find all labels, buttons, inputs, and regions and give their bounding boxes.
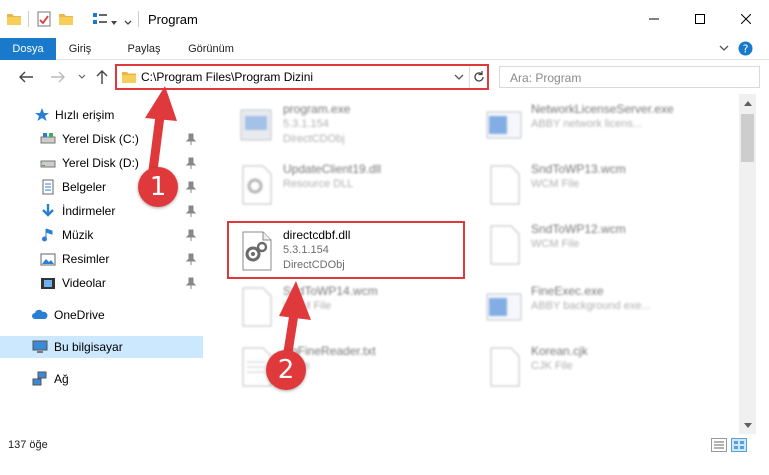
- view-options-icon[interactable]: [92, 11, 108, 27]
- up-button[interactable]: [93, 68, 111, 86]
- pin-icon[interactable]: [186, 277, 196, 289]
- pin-icon[interactable]: [186, 253, 196, 265]
- customize-dropdown-icon[interactable]: [110, 15, 118, 31]
- tab-file[interactable]: Dosya: [0, 38, 56, 60]
- sidebar-item-videos[interactable]: Videolar: [0, 272, 203, 294]
- scroll-thumb[interactable]: [741, 114, 754, 162]
- folder-icon: [7, 14, 21, 25]
- refresh-icon: [473, 71, 484, 82]
- new-folder-icon[interactable]: [58, 11, 74, 27]
- chevron-up-icon: [743, 100, 752, 106]
- list-item[interactable]: UpdateClient19.dll Resource DLL: [231, 158, 471, 210]
- minimize-button[interactable]: [631, 0, 677, 38]
- list-item[interactable]: SndToWP14.wcm WCM File: [231, 280, 471, 332]
- address-row: C:\Program Files\Program Dizini Ara: Pro…: [0, 60, 769, 94]
- star-icon: [35, 108, 49, 121]
- help-icon[interactable]: ?: [738, 41, 753, 56]
- close-icon: [741, 14, 751, 24]
- svg-text:?: ?: [743, 43, 749, 56]
- address-path: C:\Program Files\Program Dizini: [141, 70, 314, 84]
- sidebar-item-local-disk-d[interactable]: Yerel Disk (D:): [0, 152, 203, 174]
- step-2-callout: 2: [266, 350, 306, 390]
- picture-icon: [40, 253, 56, 266]
- music-note-icon: [42, 228, 53, 242]
- forward-button[interactable]: [48, 68, 68, 86]
- highlight-box: [227, 221, 465, 279]
- sidebar-item-quick-access[interactable]: Hızlı erişim: [0, 104, 203, 126]
- computer-icon: [32, 340, 48, 353]
- window-title: Program: [148, 12, 198, 27]
- status-bar: 137 öğe: [0, 434, 769, 475]
- file-icon: [490, 165, 520, 205]
- scroll-down-button[interactable]: [739, 417, 756, 434]
- exe-file-icon: [486, 293, 522, 321]
- sidebar-item-onedrive[interactable]: OneDrive: [0, 304, 203, 326]
- chevron-down-icon: [743, 422, 752, 428]
- pin-icon[interactable]: [186, 229, 196, 241]
- minimize-icon: [649, 18, 659, 20]
- chevron-down-icon[interactable]: [453, 71, 465, 83]
- pin-icon[interactable]: [186, 133, 196, 145]
- chevron-down-icon: [78, 74, 86, 79]
- exe-file-icon: [240, 109, 272, 141]
- step-1-callout: 1: [138, 167, 178, 207]
- sidebar-item-local-disk-c[interactable]: Yerel Disk (C:): [0, 128, 203, 150]
- network-icon: [32, 371, 47, 386]
- address-bar[interactable]: C:\Program Files\Program Dizini: [115, 64, 489, 90]
- pin-icon[interactable]: [186, 181, 196, 193]
- cloud-icon: [32, 309, 48, 319]
- film-icon: [41, 278, 55, 289]
- maximize-button[interactable]: [677, 0, 723, 38]
- pin-icon[interactable]: [186, 157, 196, 169]
- document-icon: [42, 179, 54, 195]
- file-icon: [242, 287, 272, 327]
- folder-icon: [122, 72, 136, 83]
- arrow-up-icon: [96, 70, 108, 84]
- sidebar-item-this-pc[interactable]: Bu bilgisayar: [0, 336, 203, 358]
- maximize-icon: [695, 14, 705, 24]
- title-bar: Program: [0, 0, 769, 38]
- sidebar-item-downloads[interactable]: İndirmeler: [0, 200, 203, 222]
- dll-file-icon: [242, 165, 272, 205]
- recent-locations-button[interactable]: [76, 68, 88, 86]
- download-arrow-icon: [42, 204, 54, 217]
- vertical-scrollbar[interactable]: [739, 94, 756, 434]
- navigation-pane: Hızlı erişim Yerel Disk (C:) Yerel Disk …: [0, 94, 203, 434]
- list-item[interactable]: program.exe 5.3.1.154 DirectCDObj: [231, 98, 471, 150]
- drive-icon: [40, 160, 56, 168]
- file-icon: [490, 225, 520, 265]
- arrow-right-icon: [51, 71, 65, 83]
- item-count: 137 öğe: [8, 439, 48, 451]
- tab-home[interactable]: Giriş: [56, 38, 104, 60]
- list-item[interactable]: SndToWP13.wcm WCM File: [479, 158, 719, 210]
- tab-view[interactable]: Görünüm: [180, 38, 242, 60]
- details-view-icon[interactable]: [711, 438, 727, 452]
- tab-share[interactable]: Paylaş: [116, 38, 172, 60]
- list-item[interactable]: Korean.cjk CJK File: [479, 340, 719, 392]
- scroll-up-button[interactable]: [739, 94, 756, 111]
- close-button[interactable]: [723, 0, 769, 38]
- list-item[interactable]: SndToWP12.wcm WCM File: [479, 218, 719, 270]
- sidebar-item-music[interactable]: Müzik: [0, 224, 203, 246]
- refresh-button[interactable]: [469, 66, 487, 88]
- pin-icon[interactable]: [186, 205, 196, 217]
- large-icons-view-icon[interactable]: [731, 438, 747, 452]
- search-placeholder: Ara: Program: [510, 71, 582, 85]
- list-item[interactable]: FineExec.exe ABBY background exe...: [479, 280, 719, 332]
- list-item[interactable]: NetworkLicenseServer.exe ABBY network li…: [479, 98, 719, 150]
- sidebar-item-pictures[interactable]: Resimler: [0, 248, 203, 270]
- drive-icon: [40, 133, 56, 144]
- ribbon-tabs: Dosya Giriş Paylaş Görünüm ?: [0, 38, 769, 60]
- exe-file-icon: [486, 111, 522, 139]
- sidebar-item-network[interactable]: Ağ: [0, 368, 203, 390]
- expand-ribbon-icon[interactable]: [717, 41, 731, 55]
- properties-icon[interactable]: [36, 11, 52, 27]
- file-icon: [490, 347, 520, 387]
- arrow-left-icon: [19, 71, 33, 83]
- back-button[interactable]: [16, 68, 36, 86]
- chevron-down-icon[interactable]: [124, 15, 132, 31]
- search-input[interactable]: Ara: Program: [499, 66, 760, 88]
